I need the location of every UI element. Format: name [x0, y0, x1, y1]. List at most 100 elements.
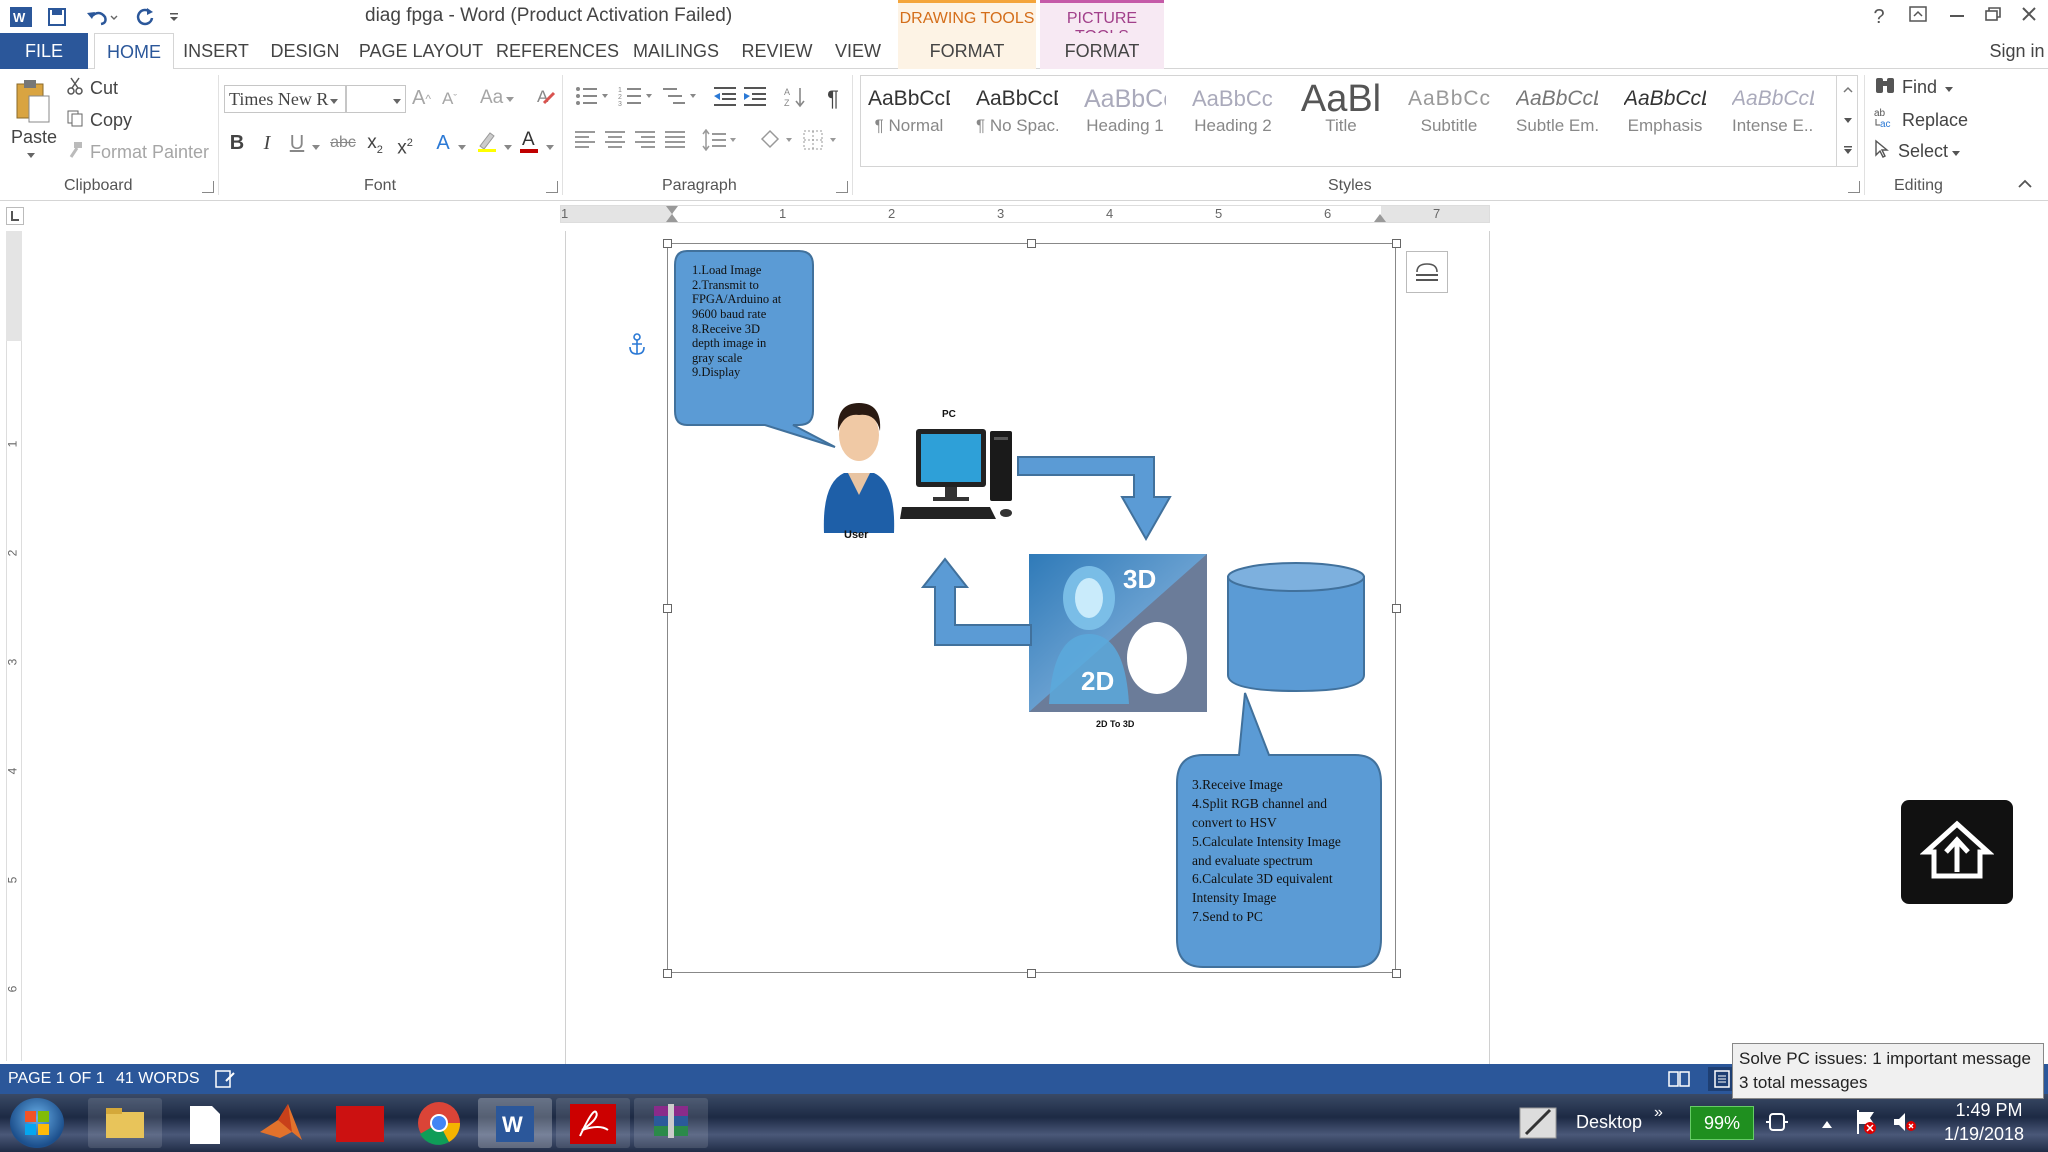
winrar-icon[interactable] — [634, 1098, 708, 1148]
format-painter-button[interactable]: Format Painter — [66, 141, 209, 164]
style-intense-emphasis[interactable]: AaBbCcDa Intense E... — [1732, 82, 1814, 142]
app-red-icon[interactable] — [324, 1098, 398, 1148]
shading-icon[interactable] — [756, 129, 796, 157]
highlight-icon[interactable] — [472, 129, 502, 157]
resize-handle[interactable] — [1392, 239, 1401, 248]
restore-icon[interactable] — [1976, 2, 2010, 32]
numbering-icon[interactable]: 123 — [616, 85, 656, 113]
shrink-font-button[interactable]: Aˇ — [442, 89, 457, 109]
upload-widget[interactable] — [1901, 800, 2013, 904]
word-taskbar-icon[interactable]: W — [478, 1098, 552, 1148]
italic-icon[interactable]: I — [254, 129, 280, 157]
blank-document-icon[interactable] — [168, 1098, 242, 1148]
battery-meter[interactable]: 99% — [1690, 1106, 1754, 1140]
pen-tray-icon[interactable] — [1516, 1100, 1560, 1149]
style-heading-1[interactable]: AaBbCc Heading 1 — [1084, 82, 1166, 142]
collapse-ribbon-icon[interactable] — [2018, 179, 2032, 189]
tab-selector-icon[interactable] — [6, 207, 24, 225]
page-count[interactable]: PAGE 1 OF 1 — [8, 1070, 105, 1088]
align-left-icon[interactable] — [572, 129, 598, 157]
read-mode-icon[interactable] — [1668, 1069, 1690, 1094]
replace-button[interactable]: ab ac Replace — [1874, 107, 1968, 134]
styles-scroll-up-icon[interactable] — [1837, 75, 1858, 105]
first-line-indent-marker[interactable] — [666, 206, 678, 214]
superscript-icon[interactable]: x2 — [392, 129, 418, 158]
tab-file[interactable]: FILE — [0, 33, 88, 69]
sign-in-link[interactable]: Sign in — [1986, 33, 2048, 69]
align-center-icon[interactable] — [602, 129, 628, 157]
tab-references[interactable]: REFERENCES — [496, 33, 619, 69]
word-count[interactable]: 41 WORDS — [116, 1070, 200, 1088]
hanging-indent-marker[interactable] — [666, 214, 678, 222]
bullets-icon[interactable] — [572, 85, 612, 113]
tab-insert[interactable]: INSERT — [178, 33, 254, 69]
undo-icon[interactable] — [82, 3, 122, 31]
change-case-button[interactable]: Aa — [480, 87, 515, 109]
tab-design[interactable]: DESIGN — [262, 33, 348, 69]
styles-launcher-icon[interactable] — [1848, 181, 1860, 193]
database-cylinder[interactable] — [1226, 561, 1366, 693]
style-subtitle[interactable]: AaBbCcD Subtitle — [1408, 82, 1490, 142]
tab-review[interactable]: REVIEW — [736, 33, 818, 69]
action-center-notification[interactable]: Solve PC issues: 1 important message 3 t… — [1732, 1043, 2044, 1099]
style-no-spacing[interactable]: AaBbCcDc ¶ No Spac... — [976, 82, 1058, 142]
right-indent-marker[interactable] — [1374, 214, 1386, 222]
increase-indent-icon[interactable] — [740, 85, 770, 113]
action-center-flag-icon[interactable] — [1854, 1108, 1878, 1141]
anchor-icon[interactable] — [626, 333, 648, 362]
tab-mailings[interactable]: MAILINGS — [626, 33, 726, 69]
align-right-icon[interactable] — [632, 129, 658, 157]
start-button-icon[interactable] — [10, 1098, 64, 1148]
font-color-icon[interactable]: A — [516, 127, 542, 155]
font-color-dropdown-icon[interactable] — [544, 131, 556, 159]
bold-icon[interactable]: B — [224, 129, 250, 157]
subscript-icon[interactable]: x2 — [362, 129, 388, 157]
find-button[interactable]: Find — [1874, 75, 1954, 100]
justify-icon[interactable] — [662, 129, 688, 157]
desktop-toolbar[interactable]: Desktop — [1576, 1112, 1642, 1152]
close-icon[interactable] — [2012, 2, 2046, 32]
resize-handle[interactable] — [1027, 969, 1036, 978]
grow-font-button[interactable]: A ^ — [412, 87, 431, 110]
ribbon-display-options-icon[interactable] — [1901, 2, 1935, 32]
clipboard-launcher-icon[interactable] — [202, 181, 214, 193]
style-emphasis[interactable]: AaBbCcDa Emphasis — [1624, 82, 1706, 142]
paste-dropdown-icon[interactable] — [26, 151, 36, 159]
resize-handle[interactable] — [1027, 239, 1036, 248]
proofing-icon[interactable] — [214, 1069, 236, 1094]
highlight-dropdown-icon[interactable] — [502, 131, 514, 159]
font-launcher-icon[interactable] — [546, 181, 558, 193]
underline-dropdown-icon[interactable] — [310, 131, 322, 159]
tab-view[interactable]: VIEW — [828, 33, 888, 69]
font-name-combobox[interactable]: Times New R — [224, 85, 346, 113]
copy-button[interactable]: Copy — [66, 109, 132, 132]
style-heading-2[interactable]: AaBbCcD Heading 2 — [1192, 82, 1274, 142]
resize-handle[interactable] — [1392, 969, 1401, 978]
matlab-icon[interactable] — [246, 1098, 320, 1148]
clock-date[interactable]: 1/19/2018 — [1934, 1124, 2034, 1152]
chrome-icon[interactable] — [402, 1098, 476, 1148]
paste-icon[interactable] — [8, 75, 58, 127]
text-effects-icon[interactable]: A — [430, 129, 456, 157]
volume-muted-icon[interactable] — [1892, 1110, 1918, 1139]
2d-to-3d-image[interactable]: 3D 2D — [1029, 554, 1207, 712]
power-plug-icon[interactable] — [1764, 1110, 1790, 1139]
tab-picture-format[interactable]: FORMAT — [1040, 33, 1164, 69]
redo-icon[interactable] — [130, 3, 160, 31]
acrobat-icon[interactable] — [556, 1098, 630, 1148]
clear-formatting-icon[interactable]: A — [534, 85, 558, 109]
style-subtle-emphasis[interactable]: AaBbCcDa Subtle Em... — [1516, 82, 1598, 142]
customize-qat-icon[interactable] — [162, 3, 186, 31]
tab-drawing-format[interactable]: FORMAT — [898, 33, 1036, 69]
strikethrough-icon[interactable]: abc — [328, 129, 358, 157]
tab-page-layout[interactable]: PAGE LAYOUT — [358, 33, 484, 69]
file-explorer-icon[interactable] — [88, 1098, 162, 1148]
resize-handle[interactable] — [663, 604, 672, 613]
resize-handle[interactable] — [1392, 604, 1401, 613]
styles-more-icon[interactable] — [1837, 135, 1858, 165]
show-hidden-icons[interactable] — [1820, 1114, 1834, 1135]
line-spacing-icon[interactable] — [700, 128, 740, 157]
font-size-combobox[interactable] — [346, 85, 406, 113]
underline-icon[interactable]: U — [284, 129, 310, 157]
word-app-icon[interactable]: W — [6, 3, 36, 31]
